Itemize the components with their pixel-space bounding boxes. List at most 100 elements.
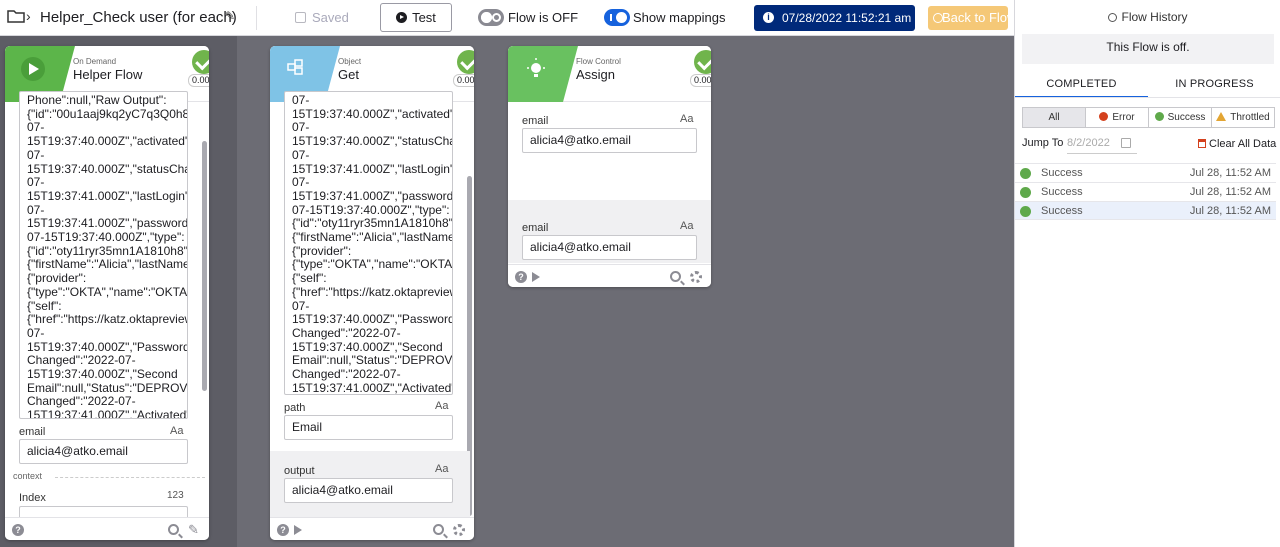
history-icon — [1108, 13, 1118, 22]
path-type-indicator: Aa — [435, 400, 449, 412]
success-icon — [1020, 168, 1031, 179]
toggle-on-bar — [610, 14, 612, 21]
flow-canvas[interactable]: On Demand Helper Flow 0.001s Phone":null… — [0, 36, 1014, 547]
helper-flow-card[interactable]: On Demand Helper Flow 0.001s Phone":null… — [5, 46, 209, 540]
execution-datetime: 07/28/2022 11:52:21 am — [782, 11, 912, 25]
tab-completed[interactable]: COMPLETED — [1015, 78, 1148, 98]
back-label: Back to Flow — [942, 10, 1008, 25]
success-check-icon — [457, 50, 474, 74]
run-status: Success — [1041, 205, 1083, 217]
duration-badge: 0.001s — [188, 74, 209, 87]
jump-to-label: Jump To — [1022, 137, 1064, 149]
success-check-icon — [694, 50, 711, 74]
success-icon — [1154, 112, 1164, 121]
run-time: Jul 28, 11:52 AM — [1189, 205, 1271, 217]
card-category: Flow Control — [576, 57, 621, 66]
path-field[interactable]: Email — [284, 415, 453, 440]
input-type-indicator: Aa — [680, 113, 694, 125]
run-status: Success — [1041, 186, 1083, 198]
panel-title: Flow History — [1015, 10, 1280, 24]
card-category: On Demand — [73, 57, 117, 66]
card-name: Helper Flow — [73, 67, 143, 82]
success-icon — [1020, 187, 1031, 198]
gear-icon[interactable] — [453, 524, 465, 536]
warning-icon — [1216, 112, 1227, 121]
card-category: Object — [338, 57, 362, 66]
output-email-field[interactable]: alicia4@atko.email — [522, 235, 697, 260]
index-label: Index — [19, 492, 46, 504]
card-footer: ? — [270, 517, 474, 540]
email-label: email — [19, 426, 46, 438]
tab-in-progress[interactable]: IN PROGRESS — [1148, 78, 1280, 98]
duration-badge: 0.001s — [453, 74, 474, 87]
card-footer: ? — [508, 264, 711, 287]
output-field[interactable]: alicia4@atko.email — [284, 478, 453, 503]
path-label: path — [284, 402, 306, 414]
help-icon[interactable]: ? — [277, 524, 289, 536]
output-email-label: email — [522, 222, 549, 234]
filter-error-label: Error — [1112, 112, 1135, 123]
back-arrow-icon — [933, 13, 943, 23]
context-section-label: context — [13, 471, 43, 481]
filter-throttled[interactable]: Throttled — [1212, 108, 1274, 127]
success-check-icon — [192, 50, 209, 74]
info-icon: i — [763, 12, 774, 23]
output-label: output — [284, 465, 315, 477]
email-field[interactable]: alicia4@atko.email — [19, 439, 188, 464]
filter-all[interactable]: All — [1023, 108, 1086, 127]
filter-all-label: All — [1048, 112, 1060, 123]
save-icon — [295, 12, 306, 23]
edit-pencil-icon[interactable]: ✎ — [188, 522, 199, 538]
output-type-indicator: Aa — [680, 220, 694, 232]
object-input-field[interactable]: 07- 15T19:37:40.000Z","activated": 07- 1… — [284, 91, 453, 395]
gear-icon[interactable] — [690, 271, 702, 283]
input-email-label: email — [522, 115, 549, 127]
folder-icon[interactable] — [7, 9, 25, 23]
error-icon — [1099, 112, 1109, 121]
toggle-knob — [481, 12, 492, 23]
saved-label: Saved — [312, 10, 349, 25]
duration-badge: 0.001s — [690, 74, 711, 87]
show-mappings-label: Show mappings — [633, 10, 726, 25]
trash-icon — [1198, 139, 1206, 148]
object-get-card[interactable]: Object Get 0.001s 07- 15T19:37:40.000Z",… — [270, 46, 474, 540]
show-mappings-toggle[interactable] — [604, 9, 630, 26]
top-bar: › Helper_Check user (for each) ✎ Saved T… — [0, 0, 1014, 36]
output-type-indicator: Aa — [435, 463, 449, 475]
search-icon[interactable] — [168, 524, 179, 535]
success-icon — [1020, 206, 1031, 217]
flow-on-off-toggle[interactable] — [478, 9, 504, 26]
toggle-off-ring — [492, 13, 501, 22]
flow-status-label: Flow is OFF — [508, 10, 579, 25]
filter-success[interactable]: Success — [1149, 108, 1212, 127]
run-time: Jul 28, 11:52 AM — [1189, 167, 1271, 179]
back-to-flow-button[interactable]: Back to Flow — [928, 6, 1008, 30]
calendar-icon[interactable] — [1121, 138, 1131, 148]
clear-all-data-label: Clear All Data — [1209, 138, 1277, 150]
panel-title-text: Flow History — [1121, 10, 1188, 24]
test-card-play-icon[interactable] — [532, 272, 540, 282]
card-scrollbar[interactable] — [202, 141, 207, 391]
assign-card[interactable]: Flow Control Assign 0.001s email Aa alic… — [508, 46, 711, 287]
tab-divider — [1015, 97, 1280, 98]
clear-all-data-button[interactable]: Clear All Data — [1198, 138, 1276, 150]
input-email-field[interactable]: alicia4@atko.email — [522, 128, 697, 153]
status-filter-group: All Error Success Throttled — [1022, 107, 1275, 128]
history-row-selected[interactable]: Success Jul 28, 11:52 AM — [1015, 201, 1276, 220]
test-button[interactable]: Test — [380, 3, 452, 32]
test-card-play-icon[interactable] — [294, 525, 302, 535]
history-row[interactable]: Success Jul 28, 11:52 AM — [1015, 163, 1276, 182]
divider — [256, 6, 257, 30]
flow-title[interactable]: Helper_Check user (for each) — [40, 9, 237, 26]
card-footer: ? ✎ — [5, 517, 209, 540]
search-icon[interactable] — [433, 524, 444, 535]
raw-output-field[interactable]: Phone":null,"Raw Output": {"id":"00u1aaj… — [19, 91, 188, 419]
help-icon[interactable]: ? — [515, 271, 527, 283]
history-row[interactable]: Success Jul 28, 11:52 AM — [1015, 182, 1276, 201]
search-icon[interactable] — [670, 271, 681, 282]
help-icon[interactable]: ? — [12, 524, 24, 536]
filter-error[interactable]: Error — [1086, 108, 1149, 127]
card-name: Get — [338, 67, 359, 82]
run-status: Success — [1041, 167, 1083, 179]
edit-pencil-icon[interactable]: ✎ — [225, 9, 235, 23]
